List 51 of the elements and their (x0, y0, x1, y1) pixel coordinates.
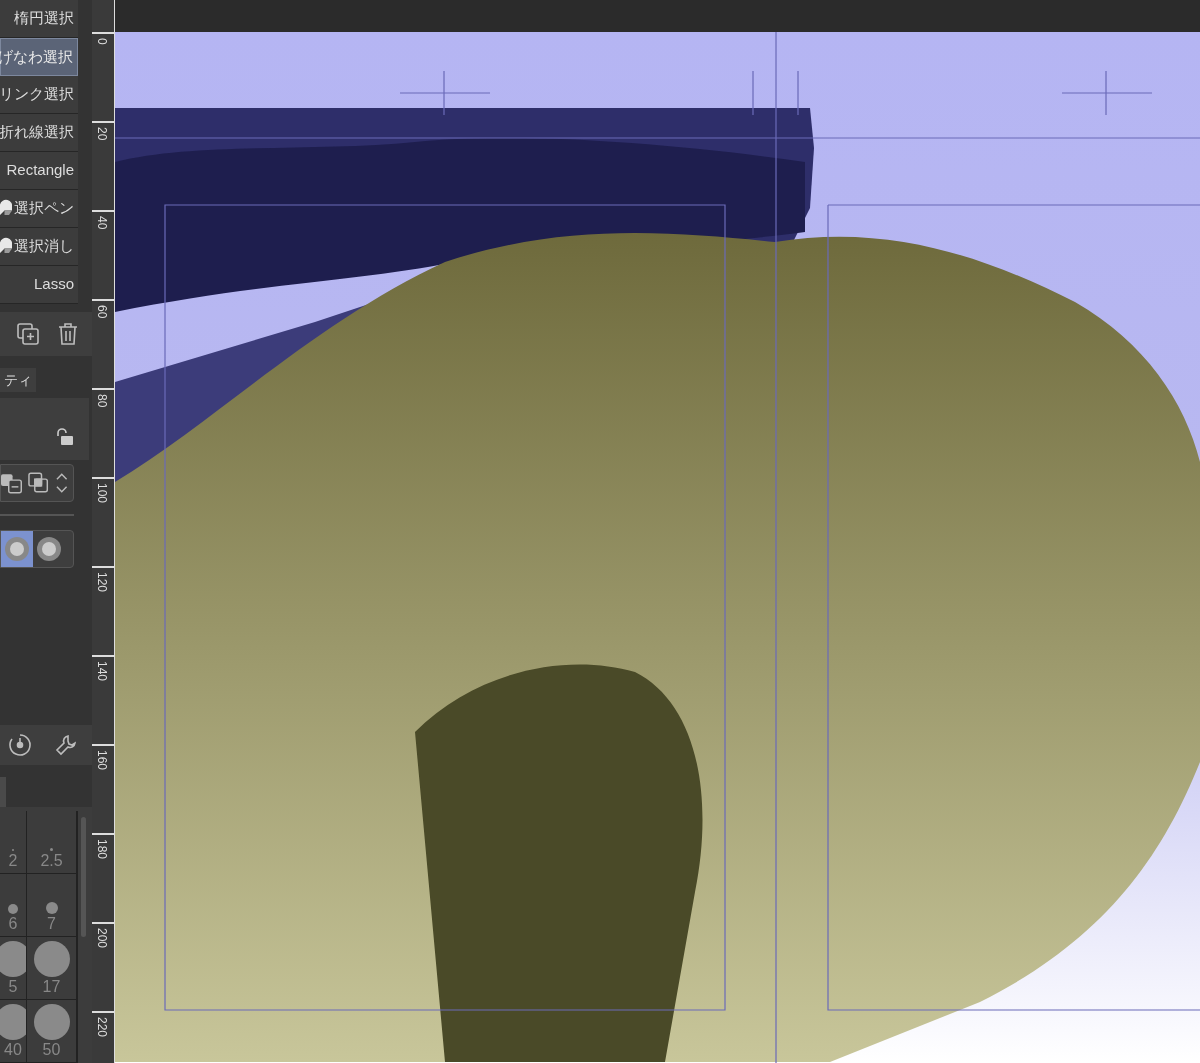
ruler-number: 20 (95, 127, 109, 141)
unlock-icon[interactable] (55, 428, 73, 446)
brush-size-cell[interactable]: 2.5 (27, 811, 77, 874)
ruler-number: 80 (95, 394, 109, 408)
subtract-mode-icon[interactable] (1, 472, 23, 494)
brush-tip-selector[interactable] (0, 530, 74, 568)
brush-size-label: 50 (42, 1040, 61, 1060)
ruler-number: 100 (95, 483, 109, 504)
tool-item[interactable]: Lasso (0, 266, 78, 304)
brush-size-label: 6 (8, 914, 18, 934)
brush-size-cell[interactable]: 7 (27, 874, 77, 937)
tool-item[interactable]: 選択消し (0, 228, 78, 266)
ruler-number: 200 (95, 928, 109, 949)
tool-label: リンク選択 (0, 84, 74, 105)
brush-size-label: 17 (42, 977, 61, 997)
brush-size-cell[interactable]: 17 (27, 937, 77, 1000)
tool-item[interactable]: 選択ペン (0, 190, 78, 228)
tool-label: 選択消し (14, 236, 74, 257)
ruler-number: 120 (95, 572, 109, 593)
ruler-number: 220 (95, 1017, 109, 1038)
tool-item[interactable]: 楕円選択 (0, 0, 78, 38)
brush-size-label: 5 (8, 977, 18, 997)
ruler-number: 40 (95, 216, 109, 230)
brush-size-cell[interactable]: 50 (27, 1000, 77, 1063)
brush-size-label: 2 (8, 851, 18, 871)
ruler-number: 60 (95, 305, 109, 319)
duplicate-icon[interactable] (16, 322, 40, 346)
tool-label: 楕円選択 (14, 8, 74, 29)
brush-size-cell[interactable]: 5 (0, 937, 27, 1000)
mode-selector[interactable] (0, 464, 74, 502)
ruler-number: 0 (95, 38, 109, 45)
brush-size-label: 40 (4, 1040, 22, 1060)
brush-size-label: 2.5 (40, 851, 63, 871)
tool-item[interactable]: リンク選択 (0, 76, 78, 114)
ruler-number: 140 (95, 661, 109, 682)
tool-item[interactable]: Rectangle (0, 152, 78, 190)
tool-label: Lasso (33, 274, 74, 295)
property-tab[interactable]: ティ (0, 368, 36, 392)
intersect-mode-icon[interactable] (28, 472, 50, 494)
brush-size-cell[interactable]: 2 (0, 811, 27, 874)
ruler-number: 160 (95, 750, 109, 771)
dial-icon[interactable] (8, 733, 32, 757)
brush-size-cell[interactable]: 40 (0, 1000, 27, 1063)
ruler-number: 180 (95, 839, 109, 860)
scroll-bar[interactable] (81, 817, 86, 937)
brush-size-cell[interactable]: 6 (0, 874, 27, 937)
brush-size-label: 7 (47, 914, 56, 934)
trash-icon[interactable] (58, 322, 78, 346)
tool-label: 選択ペン (14, 198, 74, 219)
tool-label: Rectangle (6, 160, 74, 181)
wrench-icon[interactable] (54, 733, 78, 757)
